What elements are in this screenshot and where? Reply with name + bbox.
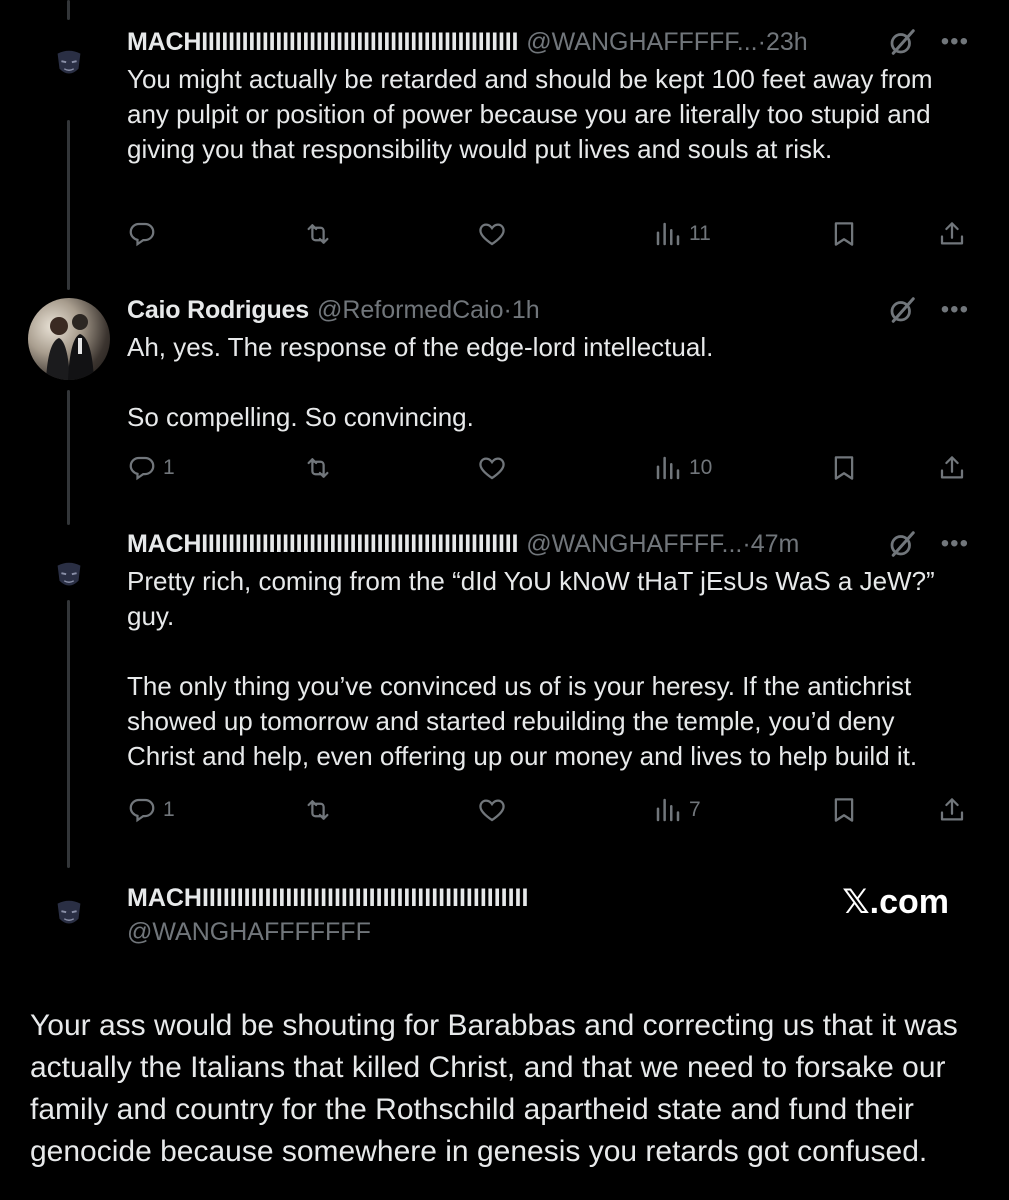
user-handle[interactable]: @ReformedCaio	[317, 296, 504, 325]
more-icon[interactable]: •••	[941, 30, 969, 54]
tweet[interactable]: MACHIIIIIIIIIIIIIIIIIIIIIIIIIIIIIIIIIIII…	[127, 524, 969, 774]
tweet-actions: 11	[127, 214, 969, 254]
bookmark-button[interactable]	[829, 448, 859, 488]
heart-icon	[477, 219, 507, 249]
display-name[interactable]: MACHIIIIIIIIIIIIIIIIIIIIIIIIIIIIIIIIIIII…	[127, 884, 528, 913]
profile-photo	[46, 314, 94, 380]
tweet-actions: 1 7	[127, 790, 969, 830]
avatar[interactable]	[50, 46, 88, 84]
thread-line	[67, 600, 70, 868]
retweet-button[interactable]	[303, 448, 333, 488]
tweet-paragraph: You might actually be retarded and shoul…	[127, 64, 933, 164]
header-actions: •••	[887, 290, 969, 330]
display-name[interactable]: Caio Rodrigues	[127, 296, 309, 325]
tweet-header: MACHIIIIIIIIIIIIIIIIIIIIIIIIIIIIIIIIIIII…	[127, 22, 969, 62]
tweet-paragraph: The only thing you’ve convinced us of is…	[127, 671, 918, 771]
share-icon	[937, 453, 967, 483]
view-count: 10	[689, 456, 713, 479]
reply-button[interactable]: 1	[127, 448, 175, 488]
grok-icon[interactable]	[887, 295, 917, 325]
retweet-button[interactable]	[303, 214, 333, 254]
retweet-icon	[303, 219, 333, 249]
view-count: 7	[689, 798, 701, 821]
mask-avatar-icon	[57, 562, 81, 586]
tweet-actions: 1 10	[127, 448, 969, 488]
share-icon	[937, 219, 967, 249]
mask-avatar-icon	[57, 50, 81, 74]
thread-line	[67, 0, 70, 20]
tweet-paragraph: Ah, yes. The response of the edge-lord i…	[127, 332, 714, 362]
bookmark-button[interactable]	[829, 214, 859, 254]
reply-button[interactable]	[127, 214, 163, 254]
separator: ·	[742, 529, 751, 558]
view-count: 11	[689, 222, 711, 245]
tweet-text: Pretty rich, coming from the “dId YoU kN…	[127, 564, 969, 774]
tweet-text: You might actually be retarded and shoul…	[127, 62, 969, 167]
header-actions: •••	[887, 22, 969, 62]
tweet-paragraph: So compelling. So convincing.	[127, 402, 474, 432]
reply-icon	[127, 795, 157, 825]
avatar[interactable]	[50, 558, 88, 596]
avatar[interactable]	[28, 298, 110, 380]
views-button[interactable]: 7	[653, 790, 701, 830]
more-icon[interactable]: •••	[941, 532, 969, 556]
timestamp[interactable]: 23h	[766, 28, 808, 57]
reply-icon	[127, 219, 157, 249]
more-icon[interactable]: •••	[941, 298, 969, 322]
bookmark-button[interactable]	[829, 790, 859, 830]
tweet-header: Caio Rodrigues @ReformedCaio · 1h •••	[127, 290, 969, 330]
user-handle[interactable]: @WANGHAFFFFFFF	[127, 918, 371, 947]
share-button[interactable]	[937, 448, 967, 488]
tweet[interactable]: Caio Rodrigues @ReformedCaio · 1h ••• Ah…	[127, 290, 969, 435]
tweet-text: Ah, yes. The response of the edge-lord i…	[127, 330, 969, 435]
mask-avatar-icon	[57, 900, 81, 924]
reply-button[interactable]: 1	[127, 790, 175, 830]
bookmark-icon	[829, 795, 859, 825]
views-button[interactable]: 11	[653, 214, 711, 254]
header-actions: •••	[887, 524, 969, 564]
retweet-icon	[303, 453, 333, 483]
tweet[interactable]: MACHIIIIIIIIIIIIIIIIIIIIIIIIIIIIIIIIIIII…	[127, 22, 969, 167]
thread-line	[67, 390, 70, 525]
thread-line	[67, 120, 70, 290]
reply-icon	[127, 453, 157, 483]
user-handle[interactable]: @WANGHAFFFFF...	[526, 28, 757, 57]
heart-icon	[477, 795, 507, 825]
user-handle[interactable]: @WANGHAFFFF...	[526, 530, 742, 559]
timestamp[interactable]: 1h	[512, 296, 540, 325]
share-button[interactable]	[937, 214, 967, 254]
views-button[interactable]: 10	[653, 448, 712, 488]
display-name[interactable]: MACHIIIIIIIIIIIIIIIIIIIIIIIIIIIIIIIIIIII…	[127, 28, 518, 57]
share-icon	[937, 795, 967, 825]
retweet-icon	[303, 795, 333, 825]
separator: ·	[503, 295, 512, 324]
tweet-paragraph: Pretty rich, coming from the “dId YoU kN…	[127, 566, 935, 631]
display-name[interactable]: MACHIIIIIIIIIIIIIIIIIIIIIIIIIIIIIIIIIIII…	[127, 530, 518, 559]
reply-count: 1	[163, 798, 175, 821]
bookmark-icon	[829, 219, 859, 249]
separator: ·	[757, 27, 766, 56]
grok-icon[interactable]	[887, 529, 917, 559]
tweet-header: MACHIIIIIIIIIIIIIIIIIIIIIIIIIIIIIIIIIIII…	[127, 524, 969, 564]
x-brand-logo: 𝕏.com	[842, 883, 949, 921]
avatar[interactable]	[50, 896, 88, 934]
heart-icon	[477, 453, 507, 483]
grok-icon[interactable]	[887, 27, 917, 57]
like-button[interactable]	[477, 790, 507, 830]
reply-count: 1	[163, 456, 175, 479]
like-button[interactable]	[477, 448, 507, 488]
tweet-text: Your ass would be shouting for Barabbas …	[30, 1009, 958, 1168]
views-icon	[653, 453, 683, 483]
like-button[interactable]	[477, 214, 507, 254]
views-icon	[653, 795, 683, 825]
share-button[interactable]	[937, 790, 967, 830]
retweet-button[interactable]	[303, 790, 333, 830]
bookmark-icon	[829, 453, 859, 483]
timestamp[interactable]: 47m	[751, 530, 800, 559]
views-icon	[653, 219, 683, 249]
